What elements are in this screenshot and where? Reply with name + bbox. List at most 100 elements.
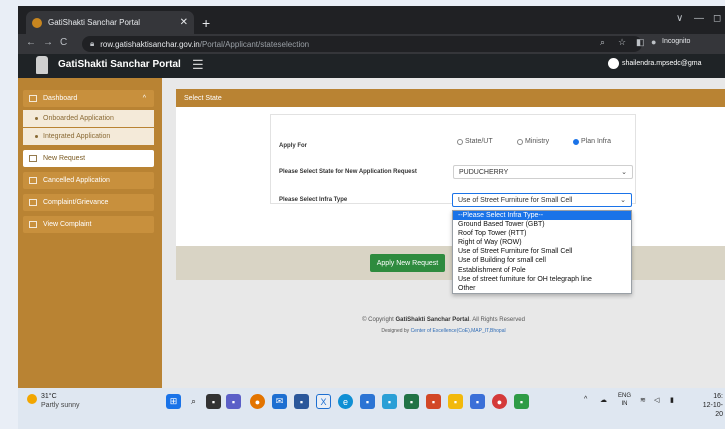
user-name[interactable]: shailendra.mpsedc@gma bbox=[622, 60, 701, 67]
user-avatar-icon[interactable] bbox=[608, 58, 619, 69]
sidebar-item-view-complaint[interactable]: View Complaint bbox=[23, 216, 154, 233]
powerpoint-icon[interactable]: ▪ bbox=[426, 394, 441, 409]
chat-icon[interactable]: ▪ bbox=[226, 394, 241, 409]
new-request-icon bbox=[29, 155, 37, 162]
new-tab-button[interactable]: + bbox=[202, 15, 210, 31]
sidebar-item-new-request[interactable]: New Request bbox=[23, 150, 154, 167]
sidebar-item-label: Cancelled Application bbox=[43, 177, 110, 184]
url-host: row.gatishaktisanchar.gov.in bbox=[100, 39, 200, 49]
spotify-icon[interactable]: ▪ bbox=[404, 394, 419, 409]
cancelled-icon bbox=[29, 177, 37, 184]
clock[interactable]: 16: 12-10-20 bbox=[699, 392, 723, 419]
notepad-icon[interactable]: ▪ bbox=[470, 394, 485, 409]
photos-icon[interactable]: ▪ bbox=[382, 394, 397, 409]
dropdown-option[interactable]: Use of Street Furniture for Small Cell bbox=[453, 247, 631, 256]
weather-desc[interactable]: Partly sunny bbox=[41, 402, 80, 409]
dropdown-option[interactable]: Other bbox=[453, 284, 631, 293]
profile-label[interactable]: Incognito bbox=[662, 38, 690, 45]
dropdown-option[interactable]: Use of street furniture for OH telegraph… bbox=[453, 275, 631, 284]
maximize-button[interactable]: ◻ bbox=[713, 13, 721, 24]
apply-new-request-button[interactable]: Apply New Request bbox=[370, 254, 445, 272]
onedrive-icon[interactable]: ☁ bbox=[600, 396, 607, 404]
browser-tab[interactable]: GatiShakti Sanchar Portal ✕ bbox=[26, 11, 194, 34]
infra-type-label: Please Select Infra Type bbox=[279, 197, 348, 203]
section-header: Select State bbox=[176, 89, 725, 107]
bookmark-star-icon[interactable]: ☆ bbox=[618, 37, 626, 48]
search-icon[interactable]: ⌕ bbox=[186, 394, 201, 409]
apply-for-label: Apply For bbox=[279, 143, 307, 149]
sidebar-item-integrated[interactable]: Integrated Application bbox=[23, 128, 154, 145]
incognito-icon: ● bbox=[651, 37, 657, 47]
region: IN bbox=[621, 401, 628, 407]
form-card-footer bbox=[176, 246, 725, 280]
menu-toggle-icon[interactable]: ☰ bbox=[192, 57, 204, 73]
radio-state-ut[interactable]: State/UT bbox=[457, 138, 493, 145]
reload-button[interactable]: C bbox=[60, 37, 67, 48]
state-selection-form: Apply For State/UT Ministry Plan Infra P… bbox=[270, 114, 636, 204]
weather-temp[interactable]: 31°C bbox=[41, 393, 57, 400]
task-view-icon[interactable]: ▪ bbox=[206, 394, 221, 409]
tab-close-icon[interactable]: ✕ bbox=[180, 17, 188, 28]
sidepanel-icon[interactable]: ◧ bbox=[636, 37, 645, 48]
zoom-icon[interactable]: ⌕ bbox=[600, 37, 605, 48]
lock-icon: 🔒︎ bbox=[90, 39, 95, 48]
section-title: Select State bbox=[184, 94, 222, 102]
sidebar-item-label: Complaint/Grievance bbox=[43, 199, 109, 206]
excel-icon[interactable]: X bbox=[316, 394, 331, 409]
word-icon[interactable]: ▪ bbox=[360, 394, 375, 409]
forward-button[interactable]: → bbox=[43, 37, 53, 48]
battery-icon[interactable]: ▮ bbox=[670, 396, 674, 404]
windows-start-icon[interactable]: ⊞ bbox=[166, 394, 181, 409]
wifi-icon[interactable]: ≋ bbox=[640, 396, 646, 404]
state-select-label: Please Select State for New Application … bbox=[279, 169, 417, 175]
weather-icon[interactable] bbox=[27, 394, 37, 404]
complaint-icon bbox=[29, 199, 37, 206]
sidebar-item-onboarded[interactable]: Onboarded Application bbox=[23, 110, 154, 127]
language: ENG bbox=[618, 393, 632, 399]
dropdown-option[interactable]: Ground Based Tower (GBT) bbox=[453, 220, 631, 229]
language-indicator[interactable]: ENG IN bbox=[618, 392, 631, 408]
back-button[interactable]: ← bbox=[26, 37, 36, 48]
dropdown-option[interactable]: Establishment of Pole bbox=[453, 266, 631, 275]
app2-icon[interactable]: ● bbox=[492, 394, 507, 409]
radio-circle-checked-icon bbox=[573, 138, 579, 145]
tray-chevron-icon[interactable]: ^ bbox=[584, 396, 587, 403]
sidebar-item-dashboard[interactable]: Dashboard ^ bbox=[23, 90, 154, 107]
dashboard-icon bbox=[29, 95, 37, 102]
view-complaint-icon bbox=[29, 221, 37, 228]
radio-circle-icon bbox=[457, 138, 463, 145]
portal-header: GatiShakti Sanchar Portal ☰ shailendra.m… bbox=[18, 54, 725, 78]
dropdown-option[interactable]: Right of Way (ROW) bbox=[453, 238, 631, 247]
url-path: /Portal/Applicant/stateselection bbox=[199, 39, 310, 49]
dropdown-option[interactable]: Use of Building for small cell bbox=[453, 256, 631, 265]
radio-ministry[interactable]: Ministry bbox=[517, 138, 549, 145]
radio-circle-icon bbox=[517, 138, 523, 145]
mail-icon[interactable]: ✉ bbox=[272, 394, 287, 409]
infra-type-select[interactable]: Use of Street Furniture for Small Cell ⌄ bbox=[452, 193, 632, 207]
url-field[interactable]: 🔒︎ row.gatishaktisanchar.gov.in /Portal/… bbox=[82, 36, 642, 52]
date: 12-10-20 bbox=[702, 402, 723, 418]
state-select[interactable]: PUDUCHERRY ⌄ bbox=[453, 165, 633, 179]
volume-icon[interactable]: ◁ bbox=[654, 396, 659, 404]
screen: GatiShakti Sanchar Portal ✕ + ∨ — ◻ ← → … bbox=[0, 0, 725, 429]
tab-search-icon[interactable]: ∨ bbox=[676, 13, 683, 24]
sidebar-item-complaint[interactable]: Complaint/Grievance bbox=[23, 194, 154, 211]
edge-icon[interactable]: e bbox=[338, 394, 353, 409]
time: 16: bbox=[713, 393, 723, 400]
chevron-down-icon: ⌄ bbox=[621, 169, 627, 176]
minimize-button[interactable]: — bbox=[694, 13, 704, 24]
sidebar-item-cancelled[interactable]: Cancelled Application bbox=[23, 172, 154, 189]
app3-icon[interactable]: ▪ bbox=[514, 394, 529, 409]
bullet-icon bbox=[35, 117, 38, 120]
designer-link[interactable]: Center of Excellence(CoE),MAP_IT,Bhopal bbox=[411, 328, 506, 334]
taskbar: 31°C Partly sunny ⊞ ⌕ ▪ ▪ ● ✉ ▪ X e ▪ ▪ … bbox=[18, 388, 725, 429]
dropdown-option[interactable]: Roof Top Tower (RTT) bbox=[453, 229, 631, 238]
chrome-icon[interactable]: ● bbox=[250, 394, 265, 409]
radio-plan-infra[interactable]: Plan Infra bbox=[573, 138, 611, 145]
dropdown-option[interactable]: --Please Select Infra Type-- bbox=[453, 211, 631, 221]
portal-brand[interactable]: GatiShakti Sanchar Portal bbox=[58, 59, 181, 70]
chevron-up-icon: ^ bbox=[142, 95, 146, 102]
store-icon[interactable]: ▪ bbox=[294, 394, 309, 409]
files-icon[interactable]: ▪ bbox=[448, 394, 463, 409]
footer-designed-by: Designed by Center of Excellence(CoE),MA… bbox=[381, 328, 506, 334]
